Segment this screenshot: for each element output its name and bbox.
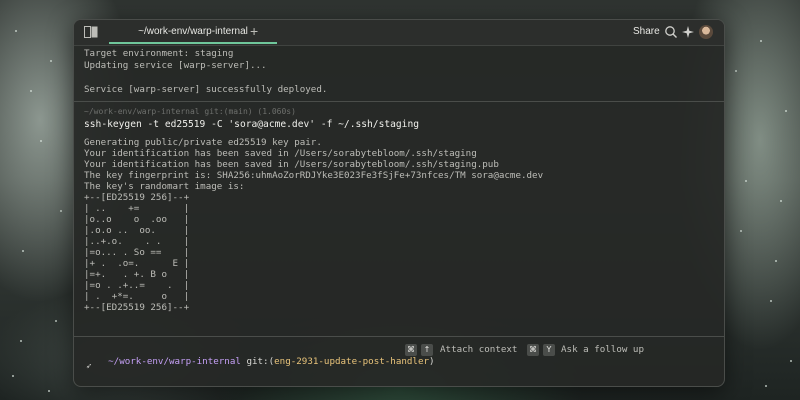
terminal-output: Target environment: staging Updating ser… xyxy=(74,45,724,345)
cmd-key: ⌘ xyxy=(405,344,417,356)
cmd-key: ⌘ xyxy=(527,344,539,356)
prompt-git-prefix: git:( xyxy=(246,356,275,367)
randomart-line: |+ . .o=. E | xyxy=(84,258,190,269)
star xyxy=(22,250,24,252)
sparkle-icon[interactable] xyxy=(681,25,695,39)
avatar[interactable] xyxy=(699,25,713,39)
star xyxy=(745,180,747,182)
randomart-line: |=+. . +. B o | xyxy=(84,269,190,280)
star xyxy=(770,300,772,302)
star xyxy=(55,320,57,322)
attach-context-button[interactable]: Attach context xyxy=(440,344,517,356)
output-line: Service [warp-server] successfully deplo… xyxy=(84,84,328,95)
randomart-line: +--[ED25519 256]--+ xyxy=(84,192,190,203)
search-icon[interactable] xyxy=(664,25,678,39)
prompt-branch: eng-2931-update-post-handler xyxy=(274,356,430,367)
star xyxy=(12,375,14,377)
randomart-line: |o..o o .oo | xyxy=(84,214,190,225)
terminal-window: ~/work-env/warp-internal + Share Target … xyxy=(73,19,725,387)
output-line: Your identification has been saved in /U… xyxy=(84,148,477,159)
randomart-line: |=o . .+..= . | xyxy=(84,280,190,291)
star xyxy=(790,360,792,362)
randomart-line: +--[ED25519 256]--+ xyxy=(84,302,190,313)
new-tab-button[interactable]: + xyxy=(250,23,258,39)
block-prompt-meta: ~/work-env/warp-internal git:(main) (1.0… xyxy=(84,107,296,116)
star xyxy=(48,390,50,392)
star xyxy=(40,140,42,142)
prompt-path: ~/work-env/warp-internal xyxy=(108,356,241,367)
star xyxy=(780,200,782,202)
randomart-line: | .. += | xyxy=(84,203,190,214)
star xyxy=(765,385,767,387)
star xyxy=(785,110,787,112)
prompt-git-suffix: ) xyxy=(429,356,435,367)
output-line: Your identification has been saved in /U… xyxy=(84,159,499,170)
star xyxy=(30,90,32,92)
input-divider xyxy=(74,336,724,337)
star xyxy=(60,210,62,212)
panels-icon[interactable] xyxy=(84,26,98,38)
input-cursor-icon[interactable]: ➶ xyxy=(86,362,91,372)
block-divider xyxy=(74,101,724,102)
title-bar: ~/work-env/warp-internal + Share xyxy=(74,20,724,46)
block-command[interactable]: ssh-keygen -t ed25519 -C 'sora@acme.dev'… xyxy=(84,119,419,130)
y-key: Y xyxy=(543,344,555,356)
randomart-line: | . +*=. o | xyxy=(84,291,190,302)
randomart-line: |..+.o. . . | xyxy=(84,236,190,247)
output-line: The key's randomart image is: xyxy=(84,181,245,192)
randomart-line: |=o... . So == | xyxy=(84,247,190,258)
star xyxy=(50,60,52,62)
tab-label: ~/work-env/warp-internal xyxy=(138,25,248,37)
star xyxy=(15,30,17,32)
star xyxy=(20,340,22,342)
star xyxy=(775,260,777,262)
randomart-line: |.o.o .. oo. | xyxy=(84,225,190,236)
star xyxy=(760,40,762,42)
up-arrow-key: ↑ xyxy=(421,344,433,356)
output-line: The key fingerprint is: SHA256:uhmAoZorR… xyxy=(84,170,544,181)
output-line: Target environment: staging xyxy=(84,48,234,59)
share-button[interactable]: Share xyxy=(633,26,660,37)
output-line: Generating public/private ed25519 key pa… xyxy=(84,137,322,148)
output-line: Updating service [warp-server]... xyxy=(84,60,267,71)
star xyxy=(735,70,737,72)
star xyxy=(740,230,742,232)
input-prompt: ~/work-env/warp-internal git:(eng-2931-u… xyxy=(86,344,435,380)
ask-followup-button[interactable]: Ask a follow up xyxy=(561,344,644,356)
